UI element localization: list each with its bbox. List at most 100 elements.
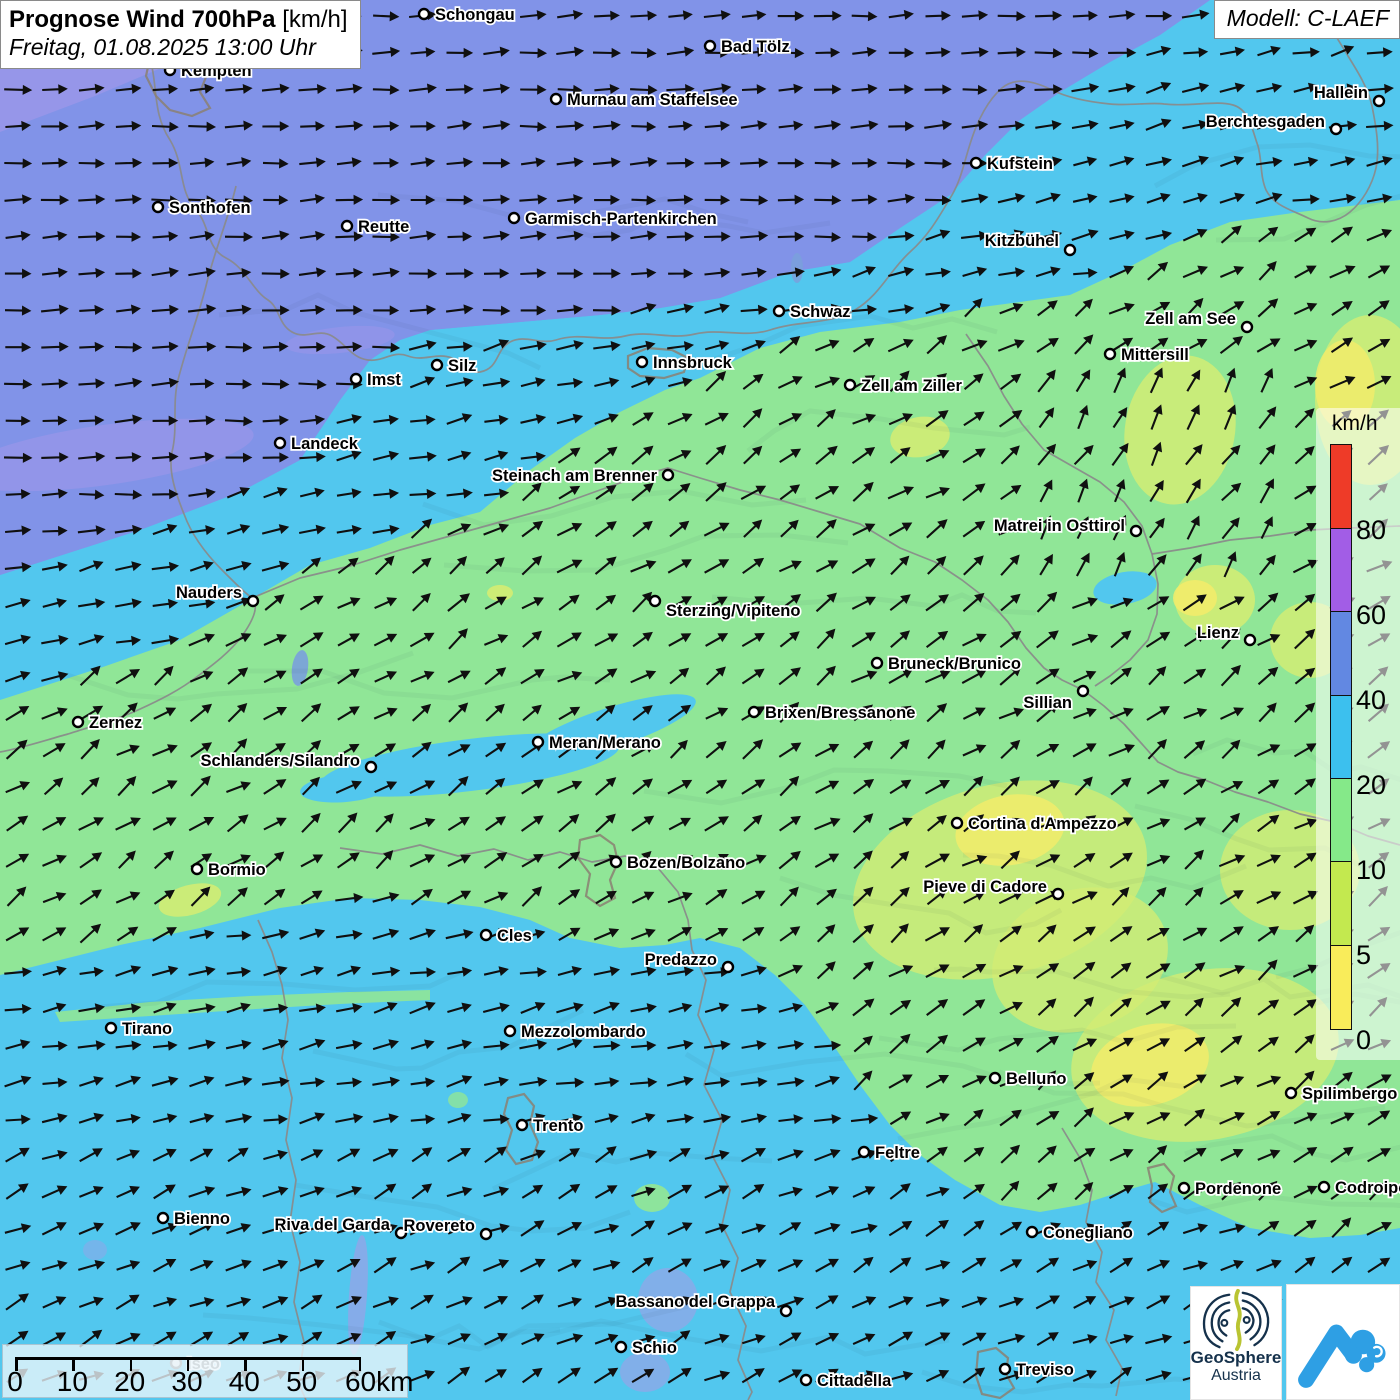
city-marker [106,1023,116,1033]
city-marker [432,360,442,370]
city-marker [872,658,882,668]
city-marker [1245,635,1255,645]
geosphere-country: Austria [1211,1367,1261,1385]
legend-segment [1330,695,1352,780]
legend-segment [1330,778,1352,863]
scalebar-label: 60km [345,1366,413,1398]
model-label-box: Modell: C-LAEF [1214,0,1400,39]
scalebar-label: 20 [110,1366,150,1398]
city-marker [1065,245,1075,255]
city-label: Belluno [1006,1070,1067,1088]
page-title: Prognose Wind 700hPa [km/h] [9,6,348,34]
city-conegliano: Conegliano [1027,1224,1133,1242]
city-marker [749,707,759,717]
city-label: Brixen/Bressanone [765,704,915,722]
city-marker [481,930,491,940]
city-label: Predazzo [645,951,717,969]
city-marker [859,1147,869,1157]
city-cortina-d-ampezzo: Cortina d'Ampezzo [952,815,1117,833]
city-bruneck-brunico: Bruneck/Brunico [872,655,1021,673]
city-label: Codroipo [1335,1179,1400,1197]
wind-speed-patch [1173,580,1217,616]
city-marker [505,1026,515,1036]
legend-segment [1330,444,1352,529]
map-canvas: SchongauBad TölzKemptenMurnau am Staffel… [0,0,1400,1400]
map-scale-bar: 0102030405060km [2,1344,408,1398]
city-label: Tirano [122,1020,172,1038]
legend-tick-label: 10 [1356,855,1400,886]
city-marker [192,864,202,874]
scalebar-label: 50 [282,1366,322,1398]
city-marker [774,306,784,316]
city-label: Kitzbühel [985,232,1059,250]
city-marker [366,762,376,772]
mountain-cloud-logo [1286,1284,1400,1400]
city-mezzolombardo: Mezzolombardo [505,1023,646,1041]
legend-tick-label: 60 [1356,600,1400,631]
city-label: Zernez [89,714,142,732]
city-label: Imst [367,371,401,389]
city-label: Pieve di Cadore [923,878,1047,896]
city-marker [517,1120,527,1130]
city-label: Berchtesgaden [1206,113,1325,131]
legend-segment [1330,945,1352,1030]
city-marker [153,202,163,212]
model-name: Modell: C-LAEF [1227,5,1389,31]
city-meran-merano: Meran/Merano [533,734,661,752]
city-marker [1319,1182,1329,1192]
geosphere-logo: GeoSphere Austria [1190,1286,1282,1400]
city-label: Bassano del Grappa [615,1293,775,1311]
city-marker [971,158,981,168]
city-label: Hallein [1314,84,1368,102]
city-marker [705,41,715,51]
city-label: Murnau am Staffelsee [567,91,738,109]
city-label: Matrei in Osttirol [994,517,1125,535]
city-marker [1000,1364,1010,1374]
city-marker [990,1073,1000,1083]
city-marker [533,737,543,747]
city-marker [1331,124,1341,134]
city-label: Riva del Garda [274,1216,390,1234]
city-marker [781,1306,791,1316]
city-berchtesgaden: Berchtesgaden [1206,113,1341,134]
city-label: Reutte [358,218,409,236]
city-marker [275,438,285,448]
city-murnau-am-staffelsee: Murnau am Staffelsee [551,91,738,109]
city-label: Trento [533,1117,583,1135]
wind-speed-patch [620,1352,670,1392]
city-label: Schio [632,1339,677,1357]
city-label: Bienno [174,1210,230,1228]
city-matrei-in-osttirol: Matrei in Osttirol [994,517,1141,536]
city-pordenone: Pordenone [1179,1180,1281,1198]
legend-unit-label: km/h [1332,412,1378,436]
city-marker [1179,1183,1189,1193]
city-marker [248,596,258,606]
legend-color-bar [1330,446,1352,1030]
city-schlanders-silandro: Schlanders/Silandro [200,752,376,772]
city-marker [419,9,429,19]
forecast-datetime: Freitag, 01.08.2025 13:00 Uhr [9,34,348,61]
city-marker [509,213,519,223]
city-marker [650,596,660,606]
city-label: Kufstein [987,155,1053,173]
city-marker [1131,526,1141,536]
city-label: Meran/Merano [549,734,661,752]
legend-tick-label: 80 [1356,515,1400,546]
city-marker [1105,349,1115,359]
city-marker [342,221,352,231]
city-label: Landeck [291,435,359,453]
city-marker [616,1342,626,1352]
city-label: Schlanders/Silandro [200,752,360,770]
wind-speed-legend: km/h 806040201050 [1316,408,1400,1060]
city-label: Steinach am Brenner [492,467,658,485]
wind-speed-patch [83,1240,107,1260]
city-label: Spilimbergo [1302,1085,1397,1103]
scalebar-label: 10 [52,1366,92,1398]
city-marker [1242,322,1252,332]
city-label: Feltre [875,1144,920,1162]
legend-tick-label: 5 [1356,940,1400,971]
city-label: Garmisch-Partenkirchen [525,210,717,228]
title-box: Prognose Wind 700hPa [km/h] Freitag, 01.… [0,0,361,69]
title-unit: [km/h] [282,6,347,33]
city-bozen-bolzano: Bozen/Bolzano [611,854,745,872]
